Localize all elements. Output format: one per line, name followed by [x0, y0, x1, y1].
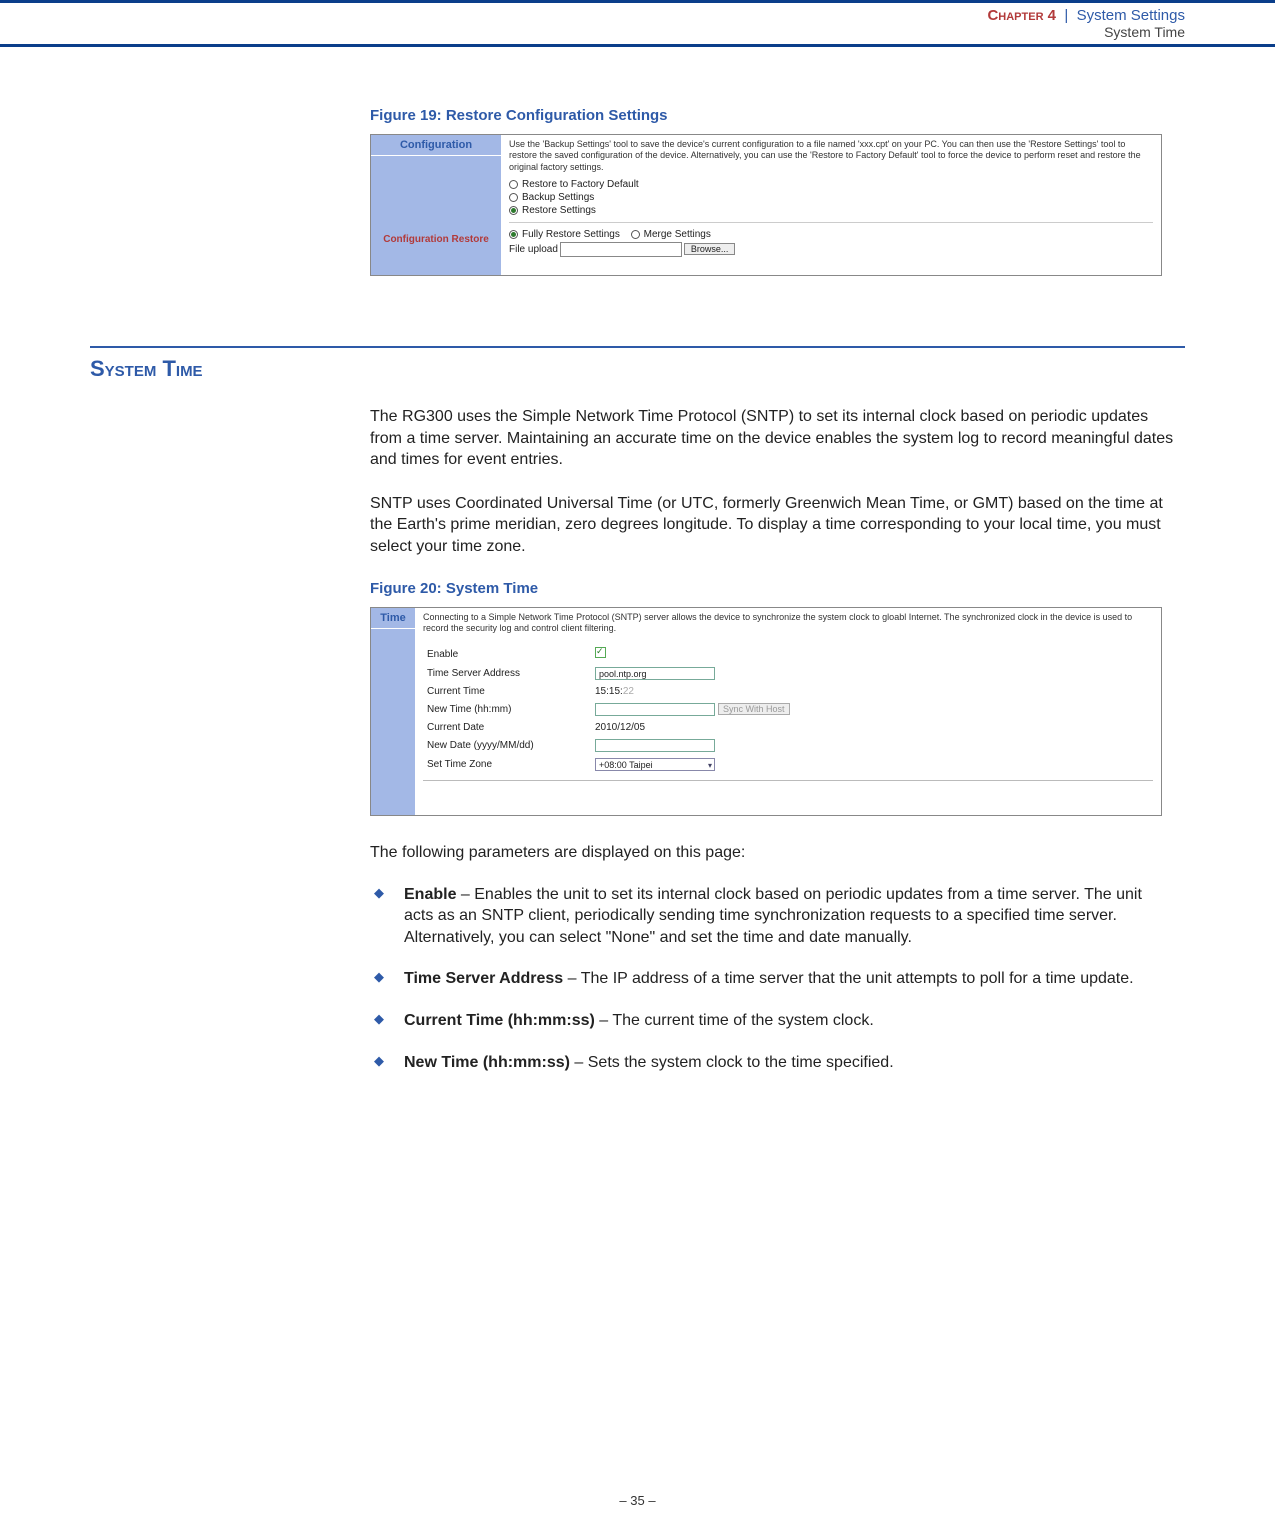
fig20-description: Connecting to a Simple Network Time Prot…	[423, 612, 1153, 635]
fig20-server-input[interactable]: pool.ntp.org	[595, 667, 715, 680]
fig20-row-newtime: New Time (hh:mm) Sync With Host	[423, 700, 794, 719]
fig19-file-input[interactable]	[560, 242, 682, 257]
fig20-tz-select[interactable]: +08:00 Taipei	[595, 758, 715, 771]
params-intro: The following parameters are displayed o…	[370, 844, 1175, 862]
chapter-label: Chapter 4	[987, 7, 1056, 24]
fig19-subopts: Fully Restore Settings Merge Settings	[509, 229, 1153, 240]
figure20-screenshot: Time Connecting to a Simple Network Time…	[370, 607, 1162, 816]
fig19-opt-restore[interactable]: Restore Settings	[509, 205, 1153, 216]
fig19-main: Use the 'Backup Settings' tool to save t…	[501, 135, 1161, 275]
header-chapter-line: Chapter 4 | System Settings	[0, 7, 1185, 24]
fig20-sidebar: Time	[371, 608, 415, 815]
fig20-row-newdate: New Date (yyyy/MM/dd)	[423, 736, 794, 755]
fig19-browse-button[interactable]: Browse...	[684, 243, 736, 255]
fig19-file-upload: File upload Browse...	[509, 242, 1153, 257]
fig20-main: Connecting to a Simple Network Time Prot…	[415, 608, 1161, 815]
fig20-sidebar-header: Time	[371, 608, 415, 629]
header-subtitle: System Time	[0, 24, 1185, 40]
figure20-caption: Figure 20: System Time	[370, 580, 1175, 597]
fig20-enable-checkbox[interactable]	[595, 647, 606, 658]
fig19-opt-restore-default[interactable]: Restore to Factory Default	[509, 179, 1153, 190]
fig19-sidebar: Configuration Configuration Restore	[371, 135, 501, 275]
fig19-sub-merge-radio[interactable]	[631, 230, 640, 239]
param-curtime: Current Time (hh:mm:ss) – The current ti…	[370, 1010, 1175, 1032]
fig20-newdate-input[interactable]	[595, 739, 715, 752]
fig19-sidebar-selected: Configuration Restore	[371, 230, 501, 249]
fig19-description: Use the 'Backup Settings' tool to save t…	[509, 139, 1153, 173]
fig20-row-server: Time Server Address pool.ntp.org	[423, 664, 794, 683]
fig20-row-curdate: Current Date 2010/12/05	[423, 719, 794, 736]
fig20-form: Enable Time Server Address pool.ntp.org …	[423, 644, 794, 774]
param-enable: Enable – Enables the unit to set its int…	[370, 884, 1175, 949]
fig20-row-enable: Enable	[423, 644, 794, 664]
fig20-sync-button[interactable]: Sync With Host	[718, 703, 790, 715]
fig19-sidebar-header: Configuration	[371, 135, 501, 156]
fig19-opt-backup[interactable]: Backup Settings	[509, 192, 1153, 203]
figure19-caption: Figure 19: Restore Configuration Setting…	[370, 107, 1175, 124]
section-title: System Time	[90, 356, 1275, 382]
figure19-screenshot: Configuration Configuration Restore Use …	[370, 134, 1162, 276]
page-footer: – 35 –	[0, 1493, 1275, 1508]
chapter-title: System Settings	[1077, 7, 1185, 24]
param-list: Enable – Enables the unit to set its int…	[370, 884, 1175, 1074]
fig20-row-curtime: Current Time 15:15:22	[423, 683, 794, 700]
page-header: Chapter 4 | System Settings System Time	[0, 0, 1275, 47]
param-server: Time Server Address – The IP address of …	[370, 968, 1175, 990]
section-rule	[90, 346, 1185, 348]
fig19-sub-fully-radio[interactable]	[509, 230, 518, 239]
fig20-row-tz: Set Time Zone +08:00 Taipei	[423, 755, 794, 774]
section-para2: SNTP uses Coordinated Universal Time (or…	[370, 493, 1175, 558]
fig20-curdate-value: 2010/12/05	[591, 719, 794, 736]
fig20-curtime-value: 15:15:22	[591, 683, 794, 700]
section-para1: The RG300 uses the Simple Network Time P…	[370, 406, 1175, 471]
fig20-newtime-input[interactable]	[595, 703, 715, 716]
param-newtime: New Time (hh:mm:ss) – Sets the system cl…	[370, 1052, 1175, 1074]
